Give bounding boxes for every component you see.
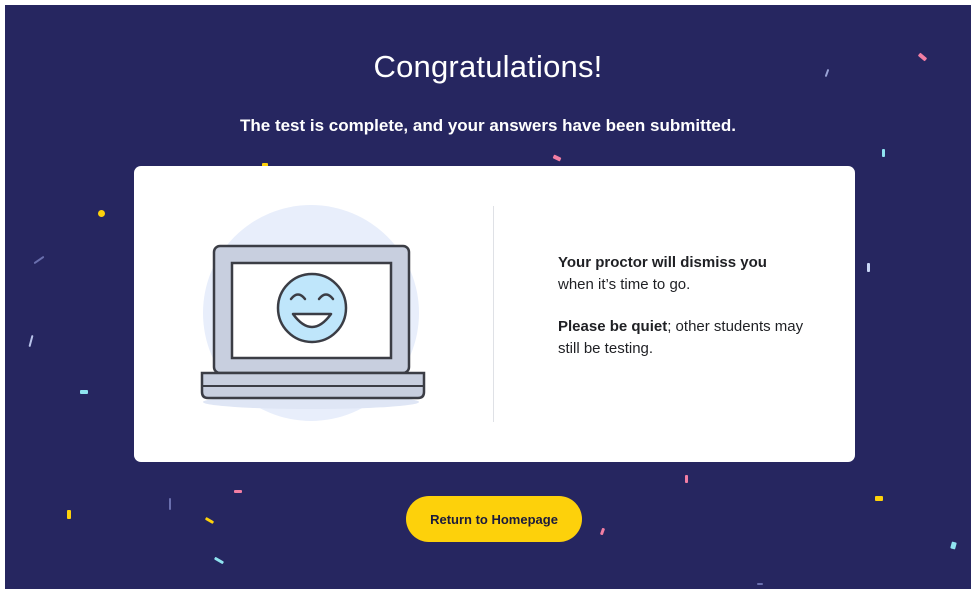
- laptop-smiley-icon: [200, 205, 426, 421]
- confetti-piece: [685, 475, 688, 483]
- confetti-piece: [599, 527, 606, 536]
- confetti-piece: [757, 583, 763, 585]
- confetti-piece: [234, 490, 242, 493]
- card-divider: [493, 206, 494, 422]
- completion-screen: Congratulations! The test is complete, a…: [5, 5, 971, 589]
- confetti-piece: [950, 541, 957, 550]
- confetti-piece: [882, 149, 885, 157]
- return-to-homepage-button[interactable]: Return to Homepage: [406, 496, 582, 542]
- confetti-piece: [867, 263, 870, 272]
- completion-card: Your proctor will dismiss you when it’s t…: [134, 166, 855, 462]
- confetti-piece: [98, 210, 105, 217]
- confetti-piece: [169, 498, 171, 510]
- confetti-piece: [204, 516, 215, 525]
- page-title: Congratulations!: [373, 49, 603, 84]
- confetti-piece: [67, 510, 71, 519]
- dismissal-message: Your proctor will dismiss you when it’s t…: [558, 252, 818, 296]
- dismissal-message-bold: Your proctor will dismiss you: [558, 254, 767, 271]
- dismissal-message-text: when it’s time to go.: [558, 276, 691, 293]
- confetti-piece: [28, 334, 34, 348]
- confetti-piece: [80, 390, 88, 394]
- instructions: Your proctor will dismiss you when it’s t…: [558, 252, 818, 380]
- confetti-piece: [875, 496, 883, 501]
- laptop-smiley-illustration: [194, 202, 439, 428]
- quiet-message: Please be quiet; other students may stil…: [558, 316, 818, 360]
- confetti-piece: [552, 154, 562, 162]
- page-subtitle: The test is complete, and your answers h…: [240, 116, 736, 135]
- confetti-piece: [213, 556, 225, 565]
- confetti-piece: [33, 255, 45, 265]
- quiet-message-bold: Please be quiet: [558, 318, 668, 335]
